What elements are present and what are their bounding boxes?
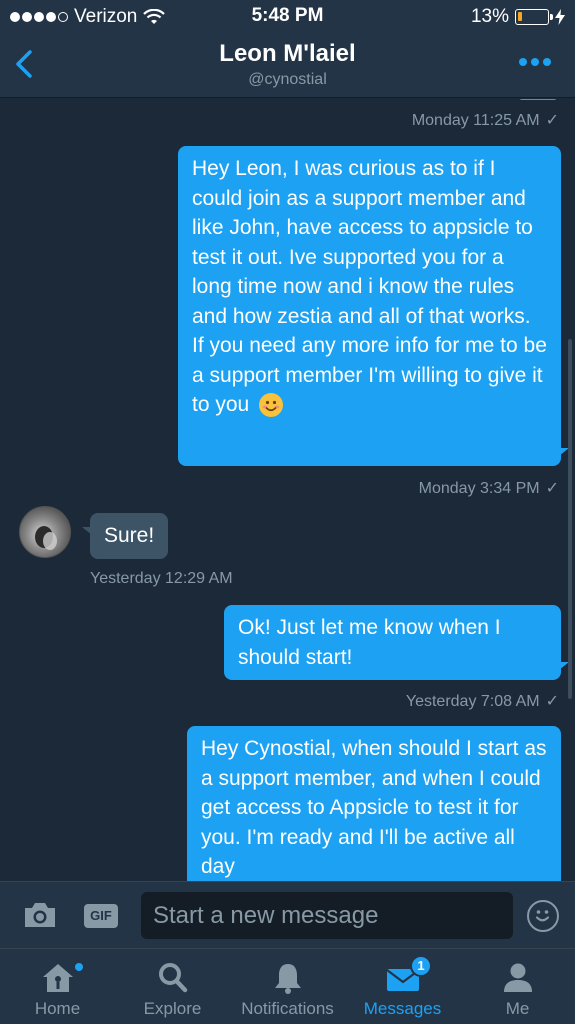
tab-label: Me <box>505 999 530 1018</box>
tab-bar: Home Explore Notifications 1 Messages Me <box>0 948 575 1024</box>
tab-label: Messages <box>363 999 442 1018</box>
sent-check-icon: ✓ <box>545 112 559 129</box>
timestamp-text: Monday 3:34 PM <box>418 480 540 497</box>
search-icon <box>158 963 187 993</box>
timestamp-text: Yesterday 12:29 AM <box>90 570 233 587</box>
message-timestamp: Yesterday 7:08 AM ✓ <box>406 691 559 711</box>
tab-explore[interactable]: Explore <box>115 949 230 1024</box>
emoji-button[interactable] <box>527 900 559 932</box>
tab-notifications[interactable]: Notifications <box>230 949 345 1024</box>
message-text: Ok! Just let me know when I should start… <box>238 616 501 669</box>
sent-message-bubble[interactable]: Hey Leon, I was curious as to if I could… <box>178 146 569 466</box>
tab-messages[interactable]: 1 Messages <box>345 949 460 1024</box>
message-timestamp: Yesterday 12:29 AM <box>90 570 233 588</box>
conversation-title[interactable]: Leon M'laiel <box>0 40 575 68</box>
previous-message-edge <box>519 99 557 100</box>
sent-check-icon: ✓ <box>545 480 559 497</box>
sent-check-icon: ✓ <box>545 693 559 710</box>
unread-badge: 1 <box>410 955 432 977</box>
bell-icon <box>274 964 301 994</box>
timestamp-text: Monday 11:25 AM <box>411 112 540 129</box>
scrollbar[interactable] <box>568 339 572 699</box>
tab-home[interactable]: Home <box>0 949 115 1024</box>
message-text: Sure! <box>104 524 155 547</box>
status-bar: Verizon 5:48 PM 13% <box>0 0 575 34</box>
person-icon <box>503 963 532 992</box>
conversation-handle: @cynostial <box>248 71 327 88</box>
status-right: 13% <box>471 6 565 28</box>
tab-label: Notifications <box>241 999 334 1018</box>
charging-bolt-icon <box>555 9 565 25</box>
tab-label: Home <box>34 999 81 1018</box>
message-composer: GIF <box>0 881 575 948</box>
new-content-dot <box>75 963 83 971</box>
battery-percent: 13% <box>470 6 509 27</box>
message-input[interactable] <box>141 892 513 939</box>
avatar[interactable] <box>19 506 71 558</box>
received-message-bubble[interactable]: Sure! <box>81 513 169 559</box>
camera-icon <box>25 903 55 927</box>
tab-label: Explore <box>143 999 202 1018</box>
tab-me[interactable]: Me <box>460 949 575 1024</box>
avatar-photo <box>35 526 57 550</box>
message-timestamp: Monday 3:34 PM ✓ <box>419 478 559 498</box>
message-text: Hey Cynostial, when should I start as a … <box>201 737 547 878</box>
camera-button[interactable] <box>22 900 58 930</box>
smiley-icon <box>535 910 550 922</box>
conversation-header: Leon M'laiel @cynostial <box>0 34 575 98</box>
timestamp-text: Yesterday 7:08 AM <box>405 693 540 710</box>
home-icon <box>42 964 73 992</box>
sent-message-bubble[interactable]: Hey Cynostial, when should I start as a … <box>187 726 561 881</box>
more-options-button[interactable] <box>519 58 551 66</box>
more-dots-icon <box>519 58 527 66</box>
sent-message-bubble[interactable]: Ok! Just let me know when I should start… <box>224 605 569 680</box>
battery-level <box>518 12 522 21</box>
message-text: Hey Leon, I was curious as to if I could… <box>192 157 547 416</box>
message-timestamp: Monday 11:25 AM ✓ <box>412 110 559 130</box>
message-thread[interactable]: Monday 11:25 AM ✓ Hey Leon, I was curious… <box>0 99 575 881</box>
smiling-face-icon <box>259 393 284 418</box>
battery-icon <box>515 9 553 25</box>
gif-button[interactable]: GIF <box>84 904 118 928</box>
